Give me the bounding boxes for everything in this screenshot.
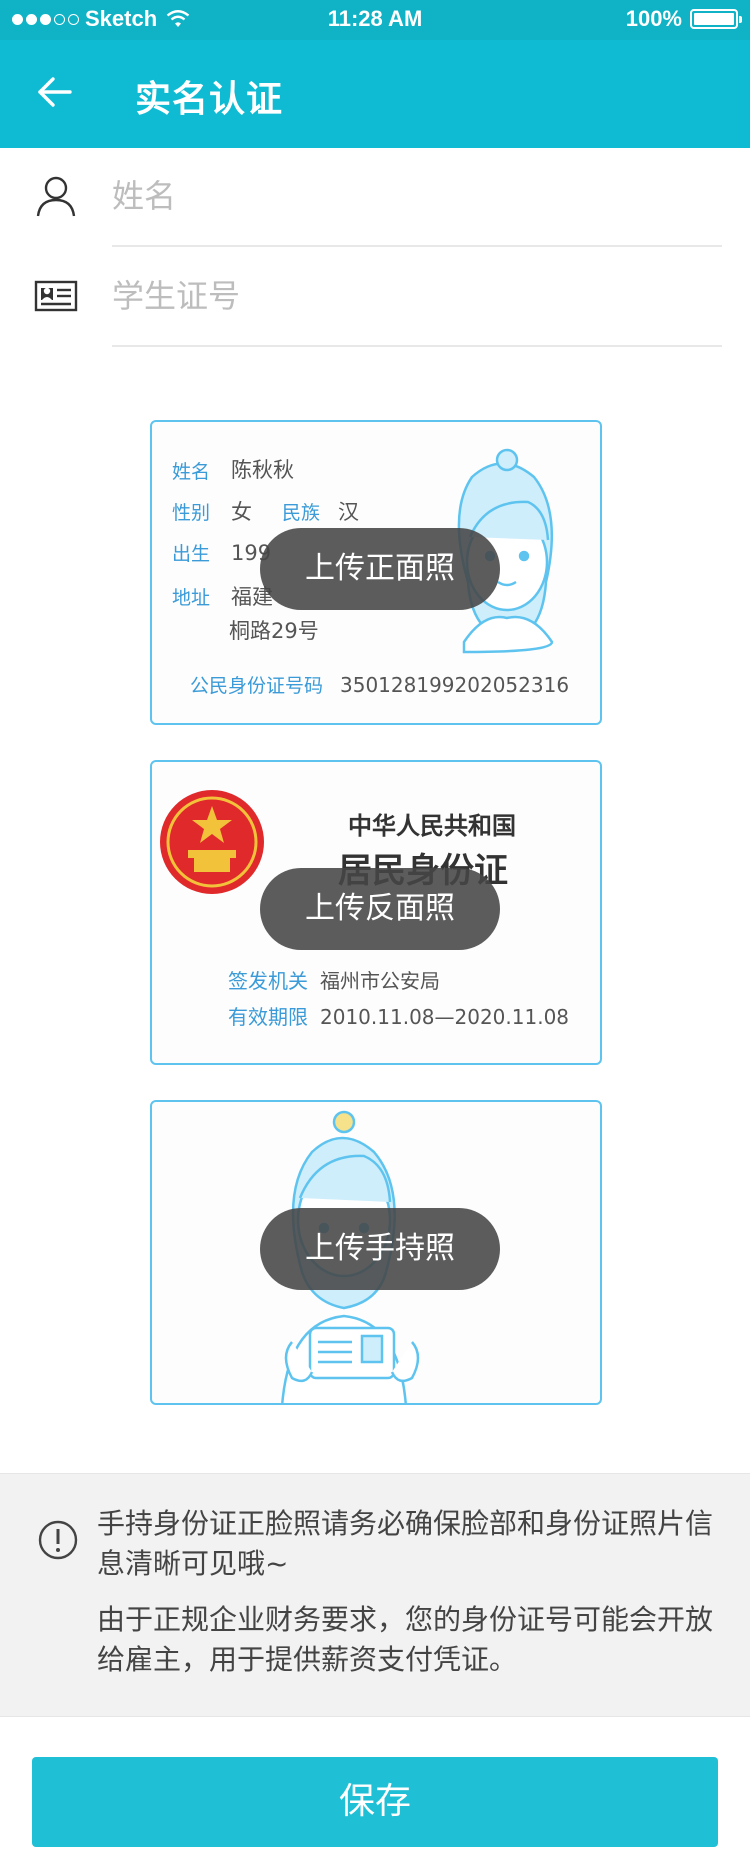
battery-icon [690,9,742,29]
upload-handheld-button[interactable]: 上传手持照 [260,1208,500,1290]
front-gender-label: 性别 [172,502,210,524]
front-id-value: 350128199202052316 [340,673,569,697]
student-id-field [0,248,750,348]
arrow-left-icon[interactable] [36,72,76,112]
back-validity-value: 2010.11.08—2020.11.08 [320,1005,569,1029]
front-gender-value: 女 [231,500,252,524]
nav-bar: 实名认证 [0,40,750,148]
id-front-upload-card[interactable]: 姓名 陈秋秋 性别 女 民族 汉 出生 199 地址 福建 桐路29号 公民身份… [150,420,602,725]
id-back-upload-card[interactable]: 中华人民共和国 居民身份证 签发机关 福州市公安局 有效期限 2010.11.0… [150,760,602,1065]
exclamation-circle-icon [38,1520,78,1560]
notice-text-2: 由于正规企业财务要求，您的身份证号可能会开放给雇主，用于提供薪资支付凭证。 [97,1603,714,1676]
name-input[interactable] [112,170,712,222]
front-name-value: 陈秋秋 [231,458,294,482]
front-birth-label: 出生 [172,543,210,565]
id-card-icon [34,280,78,312]
front-address-line2: 桐路29号 [229,619,319,643]
national-emblem-icon [160,790,264,894]
battery-percent: 100% [625,6,682,31]
notice-panel: 手持身份证正脸照请务必确保脸部和身份证照片信息清晰可见哦~ 由于正规企业财务要求… [0,1473,750,1717]
divider [112,245,722,247]
handheld-upload-card[interactable]: 上传手持照 [150,1100,602,1405]
notice-text-1: 手持身份证正脸照请务必确保脸部和身份证照片信息清晰可见哦~ [97,1507,714,1580]
back-authority-value: 福州市公安局 [320,969,440,993]
front-ethnicity-label: 民族 [282,502,320,524]
back-authority-label: 签发机关 [228,969,308,993]
page-title: 实名认证 [135,79,284,120]
status-right: 100% [625,6,742,32]
upload-front-button[interactable]: 上传正面照 [260,528,500,610]
status-bar: Sketch 11:28 AM 100% [0,0,750,40]
front-address-label: 地址 [172,587,210,609]
student-id-input[interactable] [112,270,712,322]
front-name-label: 姓名 [172,461,210,483]
upload-back-button[interactable]: 上传反面照 [260,868,500,950]
user-icon [36,176,76,217]
front-ethnicity-value: 汉 [338,500,359,524]
divider [112,345,722,347]
back-country: 中华人民共和国 [348,811,516,840]
name-field [0,148,750,248]
front-id-label: 公民身份证号码 [190,675,323,697]
back-validity-label: 有效期限 [228,1005,308,1029]
save-button[interactable]: 保存 [32,1757,718,1847]
